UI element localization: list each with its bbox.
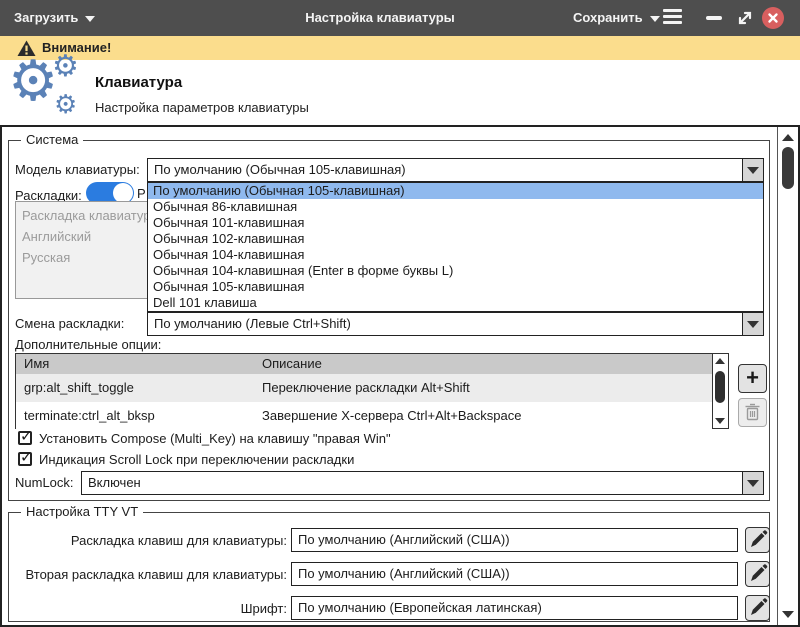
system-legend: Система [21,132,83,147]
table-header: Имя Описание [16,354,712,374]
table-scrollbar[interactable] [712,354,728,428]
table-row[interactable]: grp:alt_shift_toggle Переключение раскла… [16,374,712,402]
save-button[interactable]: Сохранить [573,0,660,36]
page-subtitle: Настройка параметров клавиатуры [95,100,309,115]
scroll-up-icon[interactable] [782,134,794,141]
chevron-down-icon [747,167,759,174]
scroll-down-icon[interactable] [782,611,794,618]
scroll-lock-checkbox[interactable] [18,452,32,466]
module-header: ⚙ ⚙ ⚙ Клавиатура Настройка параметров кл… [0,60,800,127]
trash-icon [744,403,761,422]
table-row[interactable]: terminate:ctrl_alt_bksp Завершение X-сер… [16,402,712,430]
keyboard-model-label: Модель клавиатуры: [15,158,140,182]
pencil-icon [746,528,769,552]
layout-switch-label: Смена раскладки: [15,312,124,336]
tty-legend: Настройка TTY VT [21,504,143,519]
close-button[interactable] [762,7,784,29]
keyboard-model-value: По умолчанию (Обычная 105-клавишная) [154,159,739,181]
compose-checkbox-label: Установить Compose (Multi_Key) на клавиш… [39,431,391,447]
dropdown-option[interactable]: Обычная 86-клавишная [148,199,763,215]
numlock-label: NumLock: [15,471,74,495]
delete-option-button[interactable] [738,398,767,427]
gears-icon: ⚙ ⚙ ⚙ [6,60,90,124]
tty-font-field[interactable]: По умолчанию (Европейская латинская) [291,596,738,620]
titlebar: Загрузить Настройка клавиатуры Сохранить [0,0,800,36]
keyboard-model-dropdown: По умолчанию (Обычная 105-клавишная) Обы… [147,182,764,312]
option-name: terminate:ctrl_alt_bksp [24,402,155,430]
tty-layout2-label: Вторая раскладка клавиш для клавиатуры: [9,567,287,582]
list-item[interactable]: Русская [16,247,147,268]
dropdown-option[interactable]: Обычная 105-клавишная [148,279,763,295]
tty-layout-field[interactable]: По умолчанию (Английский (США)) [291,528,738,552]
option-name: grp:alt_shift_toggle [24,374,134,402]
close-icon [762,7,784,29]
chevron-down-icon [747,321,759,328]
scrollbar-thumb[interactable] [715,371,725,403]
fullscreen-button[interactable] [735,8,755,28]
scroll-up-icon[interactable] [715,358,725,364]
extra-options-table: Имя Описание grp:alt_shift_toggle Перекл… [15,353,729,429]
keyboard-settings-window: Загрузить Настройка клавиатуры Сохранить… [0,0,800,627]
dropdown-option[interactable]: Обычная 101-клавишная [148,215,763,231]
tty-layout2-field[interactable]: По умолчанию (Английский (США)) [291,562,738,586]
warning-bar: Внимание! [0,36,800,60]
add-option-button[interactable]: + [738,364,767,393]
tty-font-label: Шрифт: [9,601,287,616]
dropdown-option[interactable]: По умолчанию (Обычная 105-клавишная) [148,183,763,199]
combobox-arrow-button[interactable] [742,472,763,494]
save-button-label: Сохранить [573,10,643,25]
edit-tty-font-button[interactable] [745,595,770,621]
main-scrollbar[interactable] [777,127,798,625]
edit-tty-layout2-button[interactable] [745,561,770,587]
pencil-icon [746,562,769,586]
tty-section: Настройка TTY VT Раскладка клавиш для кл… [8,512,770,622]
chevron-down-icon [650,16,660,22]
numlock-combobox[interactable]: Включен [81,471,764,495]
option-description: Переключение раскладки Alt+Shift [262,374,470,402]
extra-options-label: Дополнительные опции: [15,337,161,352]
minimize-button[interactable] [706,16,722,20]
dropdown-option[interactable]: Обычная 104-клавишная (Enter в форме бук… [148,263,763,279]
combobox-arrow-button[interactable] [742,313,763,335]
system-section: Система Модель клавиатуры: По умолчанию … [8,140,770,501]
menu-button[interactable] [663,9,682,27]
tty-layout-label: Раскладка клавиш для клавиатуры: [9,533,287,548]
list-item[interactable]: Английский [16,226,147,247]
numlock-value: Включен [88,472,739,494]
option-description: Завершение X-сервера Ctrl+Alt+Backspace [262,402,521,430]
load-button-label: Загрузить [14,10,78,25]
page-title: Клавиатура [95,74,182,91]
layout-switch-combobox[interactable]: По умолчанию (Левые Ctrl+Shift) [147,312,764,336]
toggle-knob [113,183,133,203]
dropdown-option[interactable]: Dell 101 клавиша [148,295,763,311]
pencil-icon [746,596,769,620]
load-button[interactable]: Загрузить [14,0,95,36]
combobox-arrow-button[interactable] [742,159,763,181]
layouts-listbox[interactable]: Раскладка клавиатуры Английский Русская [15,201,148,299]
scrollbar-thumb[interactable] [782,147,794,189]
scroll-lock-checkbox-label: Индикация Scroll Lock при переключении р… [39,452,354,468]
layouts-list-header: Раскладка клавиатуры [16,202,147,226]
expand-icon [735,8,755,28]
column-header-description: Описание [262,354,322,374]
chevron-down-icon [85,16,95,22]
dropdown-option[interactable]: Обычная 104-клавишная [148,247,763,263]
layout-switch-value: По умолчанию (Левые Ctrl+Shift) [154,313,739,335]
column-header-name: Имя [24,354,49,374]
compose-checkbox[interactable] [18,431,32,445]
dropdown-option[interactable]: Обычная 102-клавишная [148,231,763,247]
scroll-down-icon[interactable] [715,418,725,424]
window-title: Настройка клавиатуры [200,0,560,36]
keyboard-model-combobox[interactable]: По умолчанию (Обычная 105-клавишная) [147,158,764,182]
chevron-down-icon [747,480,759,487]
edit-tty-layout-button[interactable] [745,527,770,553]
main-content: Система Модель клавиатуры: По умолчанию … [0,127,800,627]
